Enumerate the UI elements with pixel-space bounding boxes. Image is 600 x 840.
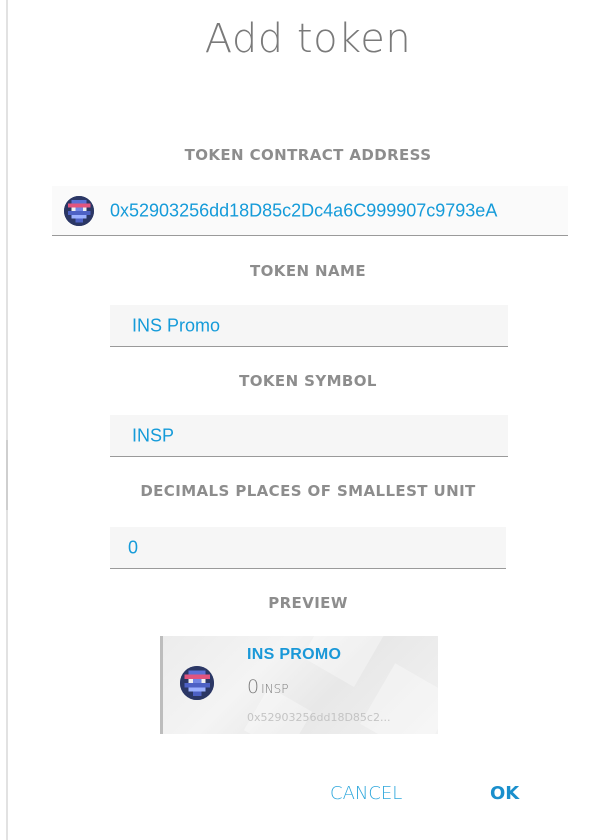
token-name-label: TOKEN NAME	[250, 262, 366, 280]
preview-balance: 0 INSP	[247, 676, 288, 698]
preview-token-name: INS PROMO	[247, 646, 342, 663]
token-name-value: INS Promo	[132, 315, 221, 335]
decimals-value: 0	[128, 537, 139, 557]
contract-address-value: 0x52903256dd18D85c2Dc4a6C999907c9793eA	[110, 200, 498, 220]
cancel-button[interactable]: CANCEL	[330, 778, 420, 810]
contract-address-field[interactable]: 0x52903256dd18D85c2Dc4a6C999907c9793eA	[52, 186, 568, 236]
dialog-title: Add token	[204, 16, 412, 62]
preview-balance-unit: INSP	[261, 682, 289, 696]
decimals-field[interactable]: 0	[110, 527, 506, 569]
token-symbol-value: INSP	[132, 425, 175, 445]
token-symbol-field[interactable]: INSP	[110, 415, 508, 457]
preview-address: 0x52903256dd18D85c2...	[247, 711, 391, 724]
add-token-dialog: Add token TOKEN CONTRACT ADDRESS 0x52903…	[0, 0, 600, 840]
preview-balance-amount: 0	[247, 676, 260, 698]
identicon-icon	[64, 196, 94, 226]
token-preview-card: INS PROMO 0 INSP 0x52903256dd18D85c2...	[160, 636, 438, 734]
contract-address-label: TOKEN CONTRACT ADDRESS	[184, 146, 432, 164]
identicon-icon	[180, 666, 214, 700]
ok-button[interactable]: OK	[490, 778, 530, 810]
preview-label: PREVIEW	[268, 594, 348, 612]
token-symbol-label: TOKEN SYMBOL	[239, 372, 377, 390]
decimals-label: DECIMALS PLACES OF SMALLEST UNIT	[140, 482, 476, 500]
token-name-field[interactable]: INS Promo	[110, 305, 508, 347]
dialog-edge	[6, 0, 8, 840]
